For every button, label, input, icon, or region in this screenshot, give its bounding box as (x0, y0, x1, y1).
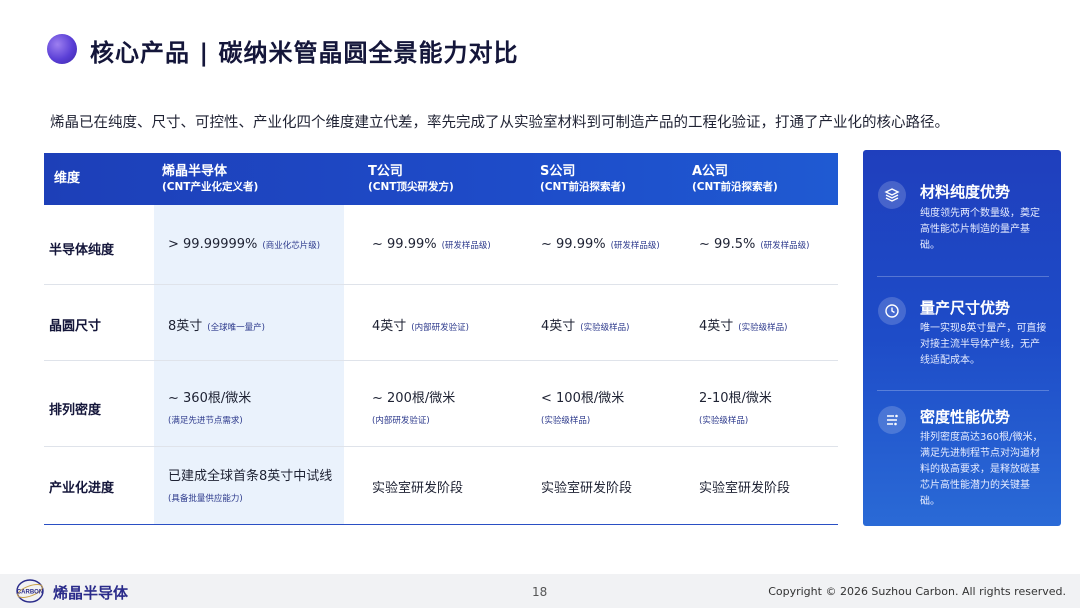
cell-value: 已建成全球首条8英寸中试线 (168, 469, 333, 484)
brand-name: 烯晶半导体 (53, 584, 129, 602)
cell-note: (研发样品级) (441, 241, 491, 251)
cell-value: ~ 360根/微米 (168, 391, 252, 406)
advantage-title: 密度性能优势 (920, 408, 1011, 426)
advantage-title: 量产尺寸优势 (920, 299, 1011, 317)
advantage-desc: 纯度领先两个数量级，奠定高性能芯片制造的量产基础。 (920, 208, 1040, 251)
header-title: A公司 (692, 164, 729, 179)
cell-note: (实验级样品) (541, 416, 591, 426)
cell-value: 8英寸 (168, 319, 203, 334)
cell-value: 4英寸 (541, 319, 576, 334)
cell-value: 实验室研发阶段 (372, 481, 464, 496)
footer: CARBON 烯晶半导体 18 Copyright © 2026 Suzhou … (0, 574, 1080, 608)
cell-note: (具备批量供应能力) (168, 494, 243, 504)
table-cell: 4英寸 (内部研发验证) (372, 315, 469, 334)
clock-icon (878, 297, 906, 325)
table-cell: 实验室研发阶段 (699, 477, 790, 496)
cell-note: (实验级样品) (738, 323, 788, 333)
header-subtitle: (CNT顶尖研发方) (368, 181, 454, 193)
row-dimension: 排列密度 (49, 403, 102, 418)
cell-value: 实验室研发阶段 (541, 481, 633, 496)
advantage-desc: 唯一实现8英寸量产，可直接对接主流半导体产线，无产线适配成本。 (920, 323, 1047, 366)
divider (877, 276, 1049, 277)
cell-note: (实验级样品) (699, 416, 749, 426)
logo-text: CARBON (17, 590, 43, 596)
table-cell: ~ 200根/微米 (内部研发验证) (372, 387, 455, 426)
header-title: S公司 (540, 164, 576, 179)
row-dimension: 半导体纯度 (49, 243, 115, 258)
row-dimension: 晶圆尺寸 (49, 319, 102, 334)
header-subtitle: (CNT前沿探索者) (692, 181, 778, 193)
cell-note: (满足先进节点需求) (168, 416, 243, 426)
table-cell: 8英寸 (全球唯一量产) (168, 315, 265, 334)
cell-value: 2-10根/微米 (699, 391, 772, 406)
cell-value: 4英寸 (372, 319, 407, 334)
header-title: T公司 (368, 164, 403, 179)
cell-value: ~ 200根/微米 (372, 391, 456, 406)
cell-value: 实验室研发阶段 (699, 481, 791, 496)
cell-note: (全球唯一量产) (207, 323, 265, 333)
table-cell: < 100根/微米 (实验级样品) (541, 387, 624, 426)
table-header: 维度 烯晶半导体 (CNT产业化定义者) T公司 (CNT顶尖研发方) S公司 … (44, 153, 838, 205)
table-row: 晶圆尺寸 8英寸 (全球唯一量产) 4英寸 (内部研发验证) 4英寸 (实验级样品) … (44, 285, 838, 361)
cell-value: ~ 99.5% (699, 237, 756, 252)
table-row: 半导体纯度 > 99.99999% (商业化芯片级) ~ 99.99% (研发样品级… (44, 205, 838, 285)
table-cell: 已建成全球首条8英寸中试线 (具备批量供应能力) (168, 465, 332, 504)
page-number: 18 (532, 585, 548, 599)
cell-note: (研发样品级) (760, 241, 810, 251)
cell-value: ~ 99.99% (372, 237, 437, 252)
cell-value: > 99.99999% (168, 237, 258, 252)
copyright-text: Copyright © 2026 Suzhou Carbon. All righ… (768, 585, 1066, 598)
cell-note: (内部研发验证) (372, 416, 430, 426)
intro-text: 烯晶已在纯度、尺寸、可控性、产业化四个维度建立代差，率先完成了从实验室材料到可制… (50, 115, 949, 131)
table-row: 排列密度 ~ 360根/微米 (满足先进节点需求) ~ 200根/微米 (内部研发验… (44, 361, 838, 447)
table-cell: 2-10根/微米 (实验级样品) (699, 387, 772, 426)
density-icon (878, 406, 906, 434)
table-cell: 4英寸 (实验级样品) (541, 315, 629, 334)
advantage-title: 材料纯度优势 (920, 183, 1011, 201)
cell-note: (内部研发验证) (411, 323, 469, 333)
header-title: 烯晶半导体 (162, 164, 228, 179)
table-cell: ~ 99.5% (研发样品级) (699, 237, 809, 252)
cell-value: 4英寸 (699, 319, 734, 334)
cell-note: (商业化芯片级) (262, 241, 321, 251)
cell-value: ~ 99.99% (541, 237, 606, 252)
comparison-table: 维度 烯晶半导体 (CNT产业化定义者) T公司 (CNT顶尖研发方) S公司 … (44, 153, 838, 527)
cell-value: < 100根/微米 (541, 391, 625, 406)
table-cell: ~ 99.99% (研发样品级) (541, 237, 660, 252)
header-subtitle: (CNT产业化定义者) (162, 181, 259, 193)
table-cell: 实验室研发阶段 (541, 477, 632, 496)
table-cell: > 99.99999% (商业化芯片级) (168, 237, 320, 252)
table-cell: ~ 360根/微米 (满足先进节点需求) (168, 387, 251, 426)
row-dimension: 产业化进度 (49, 481, 115, 496)
divider (877, 390, 1049, 391)
layers-icon (878, 181, 906, 209)
table-row: 产业化进度 已建成全球首条8英寸中试线 (具备批量供应能力) 实验室研发阶段 实验… (44, 447, 838, 525)
cell-note: (实验级样品) (580, 323, 630, 333)
table-cell: ~ 99.99% (研发样品级) (372, 237, 491, 252)
page-title: 核心产品 | 碳纳米管晶圆全景能力对比 (90, 39, 519, 67)
carbon-logo: CARBON (15, 577, 45, 605)
header-title: 维度 (54, 171, 81, 186)
advantage-desc: 排列密度高达360根/微米，满足先进制程节点对沟道材料的极高要求，是释放碳基芯片… (920, 432, 1043, 507)
header-subtitle: (CNT前沿探索者) (540, 181, 626, 193)
title-bullet-icon (47, 34, 77, 64)
cell-note: (研发样品级) (610, 241, 660, 251)
table-cell: 实验室研发阶段 (372, 477, 463, 496)
table-cell: 4英寸 (实验级样品) (699, 315, 787, 334)
advantages-panel: 材料纯度优势 纯度领先两个数量级，奠定高性能芯片制造的量产基础。 量产尺寸优势 … (863, 150, 1061, 526)
